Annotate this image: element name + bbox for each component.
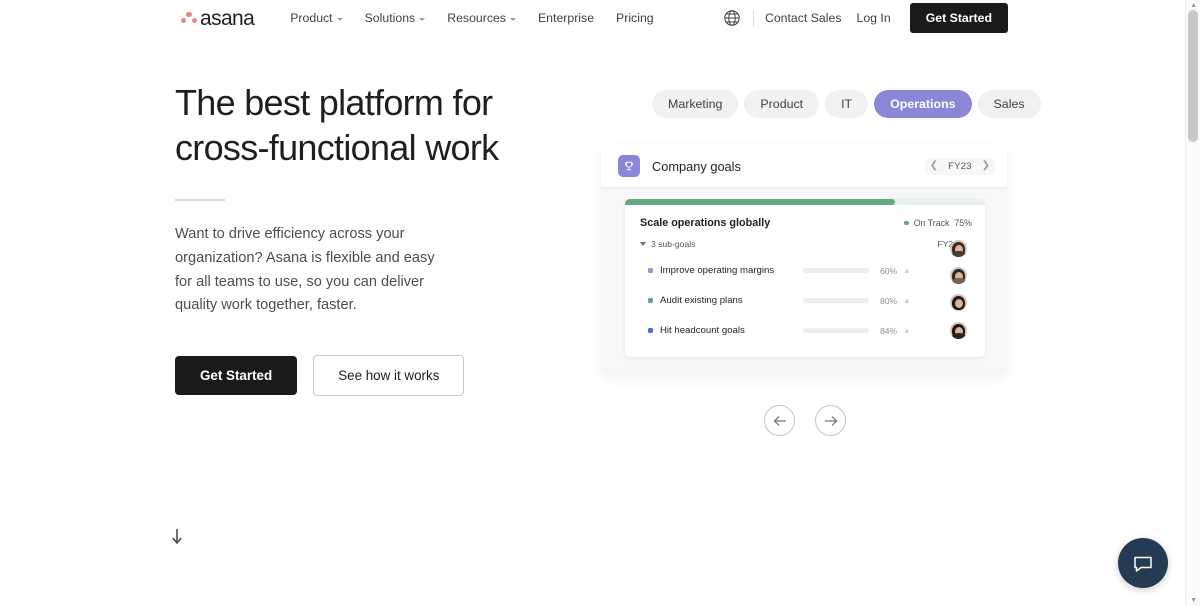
arrow-up-icon: ▲: [903, 296, 911, 305]
chevron-down-icon: [337, 18, 343, 21]
nav-item-label: Enterprise: [538, 11, 594, 25]
arrow-up-icon: ▲: [903, 266, 911, 275]
avatar: [950, 294, 967, 311]
pill-operations[interactable]: Operations: [874, 90, 971, 118]
hero-cta-row: Get Started See how it works: [175, 355, 505, 396]
nav-item-product[interactable]: Product: [279, 7, 353, 29]
pill-marketing[interactable]: Marketing: [652, 90, 738, 118]
subgoal-percent: 60%: [880, 266, 897, 276]
subgoal-name: Hit headcount goals: [660, 325, 745, 336]
nav-item-pricing[interactable]: Pricing: [605, 7, 665, 29]
company-goals-card: Company goals ❮ FY23 ❯ Scale operations …: [601, 145, 1007, 373]
hero-get-started-button[interactable]: Get Started: [175, 356, 297, 395]
page-scrollbar[interactable]: ▲ ▼: [1185, 0, 1200, 606]
hero-description: Want to drive efficiency across your org…: [175, 223, 447, 318]
subgoal-name: Audit existing plans: [660, 295, 743, 306]
hero-divider: [175, 199, 225, 201]
arrow-up-icon: ▲: [903, 326, 911, 335]
chat-bubble-icon: [1132, 552, 1154, 574]
scrollbar-thumb[interactable]: [1188, 10, 1198, 142]
card-header: Company goals ❮ FY23 ❯: [601, 145, 1007, 187]
goal-percent: 75%: [954, 218, 972, 228]
pill-product[interactable]: Product: [744, 90, 819, 118]
goal-progress-fill: [625, 199, 895, 205]
contact-sales-link[interactable]: Contact Sales: [765, 11, 842, 25]
asana-logo[interactable]: asana: [181, 8, 254, 29]
team-filter-pills: Marketing Product IT Operations Sales: [652, 90, 1041, 118]
scrollbar-down-arrow-icon[interactable]: ▼: [1190, 597, 1197, 604]
site-header: asana Product Solutions Resources Enterp…: [0, 0, 1185, 36]
nav-item-label: Pricing: [616, 11, 654, 25]
asana-logo-dots-icon: [181, 11, 197, 25]
page-title: The best platform for cross-functional w…: [175, 80, 505, 170]
subgoal-progress-track: [803, 328, 869, 333]
chat-widget-button[interactable]: [1118, 538, 1168, 588]
nav-item-label: Resources: [447, 11, 506, 25]
carousel-prev-button[interactable]: [764, 405, 795, 436]
fiscal-year-label: FY23: [948, 161, 972, 172]
status-dot-icon: [904, 221, 909, 226]
card-title: Company goals: [652, 159, 741, 174]
globe-icon[interactable]: [723, 9, 741, 27]
carousel-next-button[interactable]: [815, 405, 846, 436]
nav-item-resources[interactable]: Resources: [436, 7, 527, 29]
carousel-controls: [764, 405, 846, 436]
status-badge: On Track: [914, 218, 950, 228]
subgoal-percent: 84%: [880, 326, 897, 336]
see-how-it-works-button[interactable]: See how it works: [313, 355, 464, 396]
avatar: [950, 322, 967, 339]
subgoal-progress-track: [803, 298, 869, 303]
subgoal-percent: 80%: [880, 296, 897, 306]
avatar: [950, 267, 967, 284]
chevron-down-icon: [510, 18, 516, 21]
goal-panel: Scale operations globally On Track 75% 3…: [625, 199, 985, 357]
arrow-right-icon: [824, 415, 838, 427]
subgoal-color-dot-icon: [648, 328, 653, 333]
hero-copy: The best platform for cross-functional w…: [175, 80, 505, 396]
trophy-icon: [618, 155, 640, 177]
header-divider: [753, 10, 754, 27]
chevron-right-icon[interactable]: ❯: [982, 161, 990, 171]
nav-item-enterprise[interactable]: Enterprise: [527, 7, 605, 29]
chevron-down-icon: [640, 242, 646, 246]
subgoal-color-dot-icon: [648, 268, 653, 273]
subgoals-count-label: 3 sub-goals: [651, 239, 695, 249]
asana-logo-wordmark: asana: [200, 8, 254, 29]
subgoal-color-dot-icon: [648, 298, 653, 303]
nav-item-solutions[interactable]: Solutions: [354, 7, 437, 29]
subgoals-toggle-row[interactable]: 3 sub-goals FY23: [640, 239, 972, 249]
pill-it[interactable]: IT: [825, 90, 868, 118]
chevron-down-icon: [419, 18, 425, 21]
chevron-left-icon[interactable]: ❮: [930, 161, 938, 171]
goal-progress-track: [625, 199, 985, 205]
arrow-left-icon: [773, 415, 787, 427]
header-get-started-button[interactable]: Get Started: [910, 3, 1008, 33]
primary-nav: Product Solutions Resources Enterprise P…: [279, 7, 664, 29]
nav-item-label: Solutions: [365, 11, 416, 25]
header-actions: Contact Sales Log In Get Started: [723, 3, 1008, 33]
subgoal-row[interactable]: Audit existing plans 80% ▲: [648, 295, 974, 306]
fiscal-year-nav: ❮ FY23 ❯: [925, 158, 995, 175]
subgoal-row[interactable]: Improve operating margins 60% ▲: [648, 265, 974, 276]
scroll-down-arrow-icon[interactable]: [171, 528, 183, 546]
log-in-link[interactable]: Log In: [857, 11, 891, 25]
pill-sales[interactable]: Sales: [978, 90, 1041, 118]
goal-name: Scale operations globally: [640, 217, 770, 229]
subgoal-name: Improve operating margins: [660, 265, 774, 276]
goal-status-group: On Track 75%: [904, 218, 972, 228]
nav-item-label: Product: [290, 11, 332, 25]
subgoal-row[interactable]: Hit headcount goals 84% ▲: [648, 325, 974, 336]
subgoal-progress-track: [803, 268, 869, 273]
goal-row[interactable]: Scale operations globally On Track 75%: [640, 217, 972, 229]
scrollbar-up-arrow-icon[interactable]: ▲: [1190, 2, 1197, 9]
avatar: [950, 240, 967, 257]
page-root: asana Product Solutions Resources Enterp…: [0, 0, 1200, 606]
